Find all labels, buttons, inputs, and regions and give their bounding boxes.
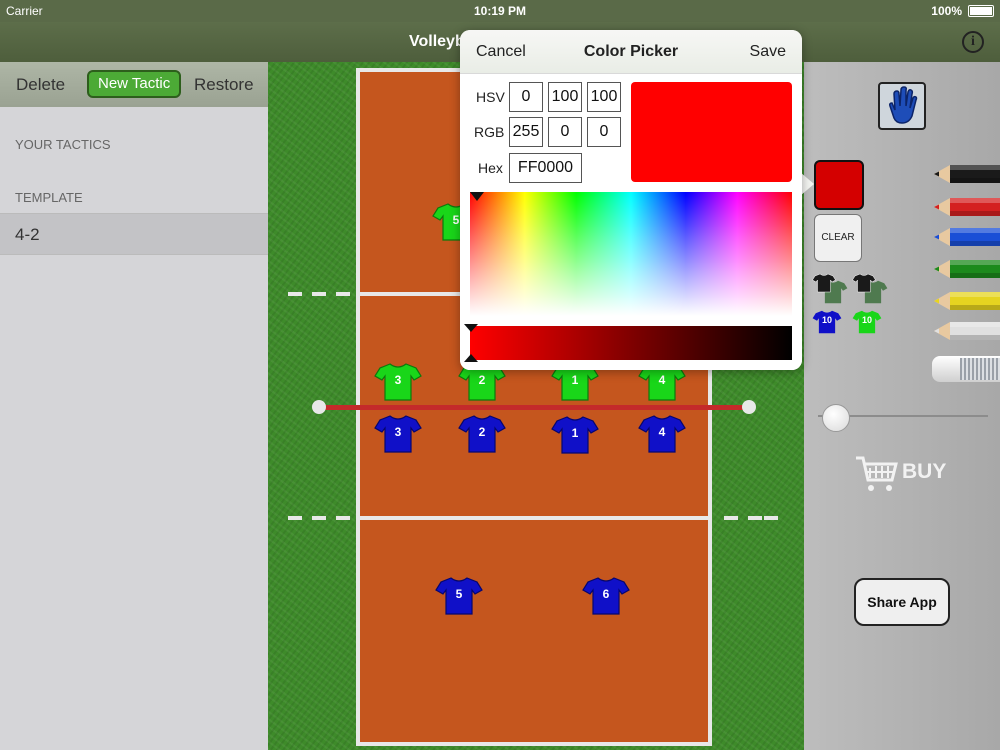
restore-button[interactable]: Restore	[194, 75, 254, 95]
player-number: 5	[455, 587, 463, 601]
share-app-button[interactable]: Share App	[854, 578, 950, 626]
mini-shirt-number: 10	[861, 315, 872, 325]
template-header: TEMPLATE	[15, 190, 83, 205]
info-icon[interactable]: i	[962, 31, 984, 53]
black-shirt-icon[interactable]	[852, 272, 888, 304]
buy-button[interactable]: BUY	[854, 454, 946, 494]
net-post-right[interactable]	[742, 400, 756, 414]
black-pencil-icon[interactable]	[934, 163, 1000, 185]
player-number: 1	[571, 426, 579, 440]
dash-line	[724, 516, 738, 520]
dash-line	[336, 516, 350, 520]
net-post-left[interactable]	[312, 400, 326, 414]
brightness-marker-icon[interactable]	[464, 354, 478, 362]
delete-button[interactable]: Delete	[16, 75, 65, 95]
dash-line	[748, 516, 762, 520]
pencil-shape	[934, 228, 1000, 246]
pencil-shape	[934, 165, 1000, 183]
current-color-swatch[interactable]	[814, 160, 864, 210]
clock: 10:19 PM	[473, 4, 527, 18]
attack-line-bottom	[356, 516, 712, 520]
popover-header: Cancel Color Picker Save	[460, 30, 802, 74]
template-row[interactable]: 4-2	[0, 213, 268, 255]
player-number: 4	[658, 425, 666, 439]
jersey-icon	[812, 273, 836, 293]
pencil-shape	[934, 260, 1000, 278]
blue-player-shirt[interactable]: 3	[374, 414, 422, 454]
player-number: 6	[602, 587, 610, 601]
black-shirt-icon[interactable]	[812, 272, 848, 304]
status-bar: Carrier 10:19 PM 100%	[0, 0, 1000, 22]
pencil-shape	[934, 292, 1000, 310]
pencil-shape	[934, 198, 1000, 216]
dash-line	[764, 516, 778, 520]
eraser-icon[interactable]	[932, 356, 1000, 382]
green-player-shirt[interactable]: 3	[374, 362, 422, 402]
value-field[interactable]: 100	[587, 82, 621, 112]
hex-field[interactable]: FF0000	[509, 153, 582, 183]
player-number: 4	[658, 373, 666, 387]
battery-icon	[968, 5, 994, 17]
player-number: 3	[394, 373, 402, 387]
tactics-sidebar: Delete New Tactic Restore YOUR TACTICS T…	[0, 62, 268, 750]
cart-icon	[856, 456, 898, 491]
red-pencil-icon[interactable]	[934, 196, 1000, 218]
battery-percent: 100%	[931, 4, 962, 18]
red-field[interactable]: 255	[509, 117, 543, 147]
buy-label: BUY	[902, 460, 947, 483]
net	[319, 405, 749, 410]
hex-label: Hex	[478, 160, 503, 176]
dash-line	[336, 292, 350, 296]
blue-player-shirt[interactable]: 1	[551, 415, 599, 455]
hue-field[interactable]: 0	[509, 82, 543, 112]
player-number: 3	[394, 425, 402, 439]
saturation-field[interactable]: 100	[548, 82, 582, 112]
blue-pencil-icon[interactable]	[934, 226, 1000, 248]
blue-field[interactable]: 0	[587, 117, 621, 147]
blue-player-shirt[interactable]: 5	[435, 576, 483, 616]
green-pencil-icon[interactable]	[934, 258, 1000, 280]
save-button[interactable]: Save	[750, 43, 786, 61]
dash-line	[288, 516, 302, 520]
dash-line	[288, 292, 302, 296]
jersey-icon	[852, 273, 876, 293]
player-number: 2	[478, 425, 486, 439]
spectrum-marker-icon[interactable]	[470, 192, 484, 201]
color-picker-popover: Cancel Color Picker Save HSV 0 100 100 R…	[460, 30, 802, 370]
blue-player-shirt[interactable]: 6	[582, 576, 630, 616]
popover-body: HSV 0 100 100 RGB 255 0 0 Hex FF0000	[460, 74, 802, 370]
new-tactic-button[interactable]: New Tactic	[87, 70, 182, 98]
rgb-label: RGB	[474, 124, 505, 140]
hue-saturation-spectrum[interactable]	[470, 192, 792, 316]
app-title: Volleyb	[409, 33, 465, 50]
white-pencil-icon[interactable]	[934, 320, 1000, 342]
blue-shirt-icon[interactable]: 10	[812, 308, 842, 336]
mini-shirt-number: 10	[821, 315, 832, 325]
player-number: 2	[478, 373, 486, 387]
brightness-slider[interactable]	[470, 326, 792, 360]
dash-line	[312, 516, 326, 520]
popover-arrow	[800, 172, 814, 196]
hsv-label: HSV	[476, 89, 505, 105]
your-tactics-header: YOUR TACTICS	[15, 137, 111, 152]
dash-line	[312, 292, 326, 296]
blue-player-shirt[interactable]: 4	[638, 414, 686, 454]
blue-player-shirt[interactable]: 2	[458, 414, 506, 454]
yellow-pencil-icon[interactable]	[934, 290, 1000, 312]
green-shirt-icon[interactable]: 10	[852, 308, 882, 336]
green-field[interactable]: 0	[548, 117, 582, 147]
hand-icon	[889, 86, 918, 124]
sidebar-toolbar: Delete New Tactic Restore	[0, 62, 268, 107]
clear-button[interactable]: CLEAR	[814, 214, 862, 262]
color-preview	[631, 82, 792, 182]
tool-panel: CLEAR 10 10 BUY Share App	[804, 62, 1000, 750]
brightness-marker-icon[interactable]	[464, 324, 478, 332]
pencil-shape	[934, 322, 1000, 340]
size-slider-knob[interactable]	[822, 404, 850, 432]
hand-tool-button[interactable]	[878, 82, 926, 130]
player-number: 1	[571, 373, 579, 387]
